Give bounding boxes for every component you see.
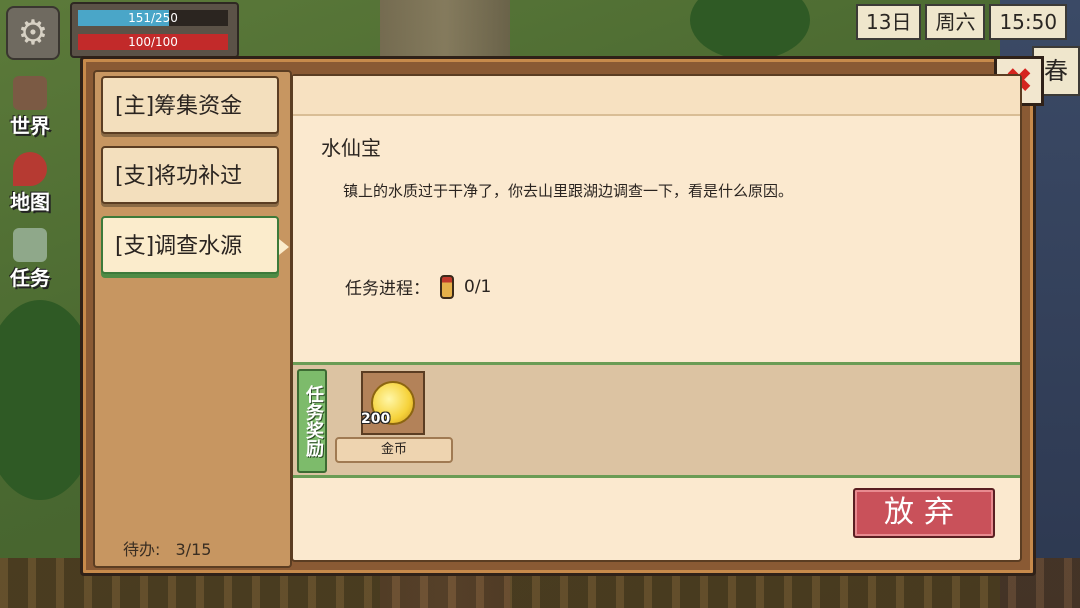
todo-count: 3/15 xyxy=(175,540,212,559)
weekday-label: 周六 xyxy=(925,4,986,40)
hp-text: 151/250 xyxy=(128,11,178,25)
quest-tab-main-funds[interactable]: [主]筹集资金 xyxy=(101,76,279,134)
day-label: 13日 xyxy=(856,4,922,40)
mp-text: 100/100 xyxy=(128,35,178,49)
todo-label: 待办: xyxy=(123,540,161,559)
status-bars: 151/250 100/100 xyxy=(70,2,239,58)
hp-bar: 151/250 xyxy=(78,10,228,26)
quest-tab-side-water-source[interactable]: [支]调查水源 xyxy=(101,216,289,274)
left-nav: 世界 地图 任务 xyxy=(0,72,60,300)
reward-item-count: 200 xyxy=(361,411,391,427)
nav-quest[interactable]: 任务 xyxy=(0,228,60,300)
quest-title: 水仙宝 xyxy=(321,136,381,160)
bottle-icon xyxy=(440,274,454,299)
mp-bar: 100/100 xyxy=(78,34,228,50)
scroll-icon xyxy=(13,228,47,262)
people-icon xyxy=(13,76,47,110)
settings-gear-icon[interactable]: ⚙ xyxy=(6,6,60,60)
time-label: 15:50 xyxy=(989,4,1068,40)
nav-quest-label: 任务 xyxy=(10,266,50,290)
nav-map[interactable]: 地图 xyxy=(0,152,60,224)
quest-list: [主]筹集资金 [支]将功补过 [支]调查水源 待办: 3/15 xyxy=(93,70,292,568)
quest-tab-side-redemption[interactable]: [支]将功补过 xyxy=(101,146,279,204)
todo-counter: 待办: 3/15 xyxy=(123,536,211,560)
clock-panel: 13日 周六 15:50 xyxy=(856,4,1068,40)
nav-world[interactable]: 世界 xyxy=(0,76,60,148)
detail-header-strip xyxy=(293,76,1020,116)
nav-map-label: 地图 xyxy=(10,190,50,214)
nav-world-label: 世界 xyxy=(10,114,50,138)
reward-section: 任务奖励 200 金币 xyxy=(293,362,1020,478)
abandon-button[interactable]: 放弃 xyxy=(853,488,995,538)
reward-tag: 任务奖励 xyxy=(297,369,327,473)
progress-value: 0/1 xyxy=(464,276,492,297)
progress-label: 任务进程： xyxy=(345,279,430,299)
reward-item-name: 金币 xyxy=(335,437,453,463)
quest-detail: 水仙宝 镇上的水质过于干净了，你去山里跟湖边调查一下，看是什么原因。 任务进程：… xyxy=(291,74,1022,562)
map-pin-icon xyxy=(13,152,47,186)
quest-progress: 任务进程： 0/1 xyxy=(345,274,491,299)
quest-description: 镇上的水质过于干净了，你去山里跟湖边调查一下，看是什么原因。 xyxy=(343,182,794,200)
